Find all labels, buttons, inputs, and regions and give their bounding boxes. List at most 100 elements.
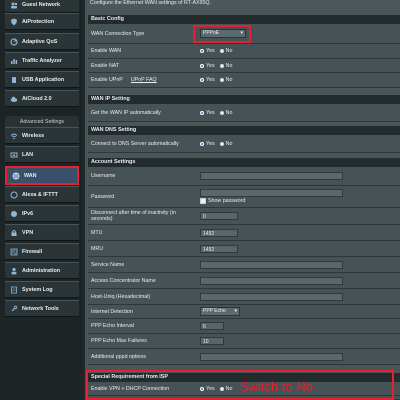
section-wan-dns-setting: WAN DNS Setting [88, 126, 400, 135]
sidebar-item-label: LAN [22, 151, 34, 158]
radio-no-label: No [225, 62, 233, 69]
sidebar-item-label: Alexa & IFTTT [22, 191, 58, 198]
firewall-icon [10, 248, 18, 256]
host-uniq-input[interactable] [200, 292, 343, 301]
echo-interval-input[interactable]: 6 [200, 322, 224, 330]
sidebar-item-ipv6[interactable]: IPv6 [5, 205, 79, 222]
row-enable-nat: Enable NAT Yes No [88, 59, 400, 73]
enable-nat-yes-radio[interactable] [200, 63, 204, 68]
additional-pppd-input[interactable] [200, 352, 343, 361]
sidebar-item-wan[interactable]: WAN [5, 166, 79, 185]
radio-no-label: No [225, 140, 233, 147]
echo-failures-label: PPP Echo Max Failures [91, 338, 147, 344]
sidebar-item-label: IPv6 [22, 210, 34, 217]
internet-detection-label: Internet Detection [91, 308, 133, 315]
admin-icon [10, 267, 18, 275]
qos-icon [10, 37, 18, 46]
row-echo-interval: PPP Echo Interval 6 [88, 319, 400, 334]
sidebar-item-label: Adaptive QoS [22, 38, 58, 45]
upnp-faq-link[interactable]: UPnP FAQ [131, 77, 157, 83]
sidebar-item-aicloud[interactable]: AiCloud 2.0 [5, 90, 79, 107]
sidebar-item-administration[interactable]: Administration [5, 262, 79, 279]
sidebar-item-aiprotection[interactable]: AiProtection [5, 13, 79, 30]
page-description: Configure the Ethernet WAN settings of R… [88, 0, 400, 10]
enable-upnp-no-radio[interactable] [219, 78, 224, 82]
sidebar-item-wireless[interactable]: Wireless [5, 127, 79, 144]
ipv6-icon [10, 210, 18, 218]
disconnect-input[interactable]: 0 [200, 212, 238, 220]
service-name-input[interactable] [200, 260, 343, 269]
sidebar-item-usb-application[interactable]: USB Application [5, 71, 79, 88]
dns-auto-no-radio[interactable] [219, 141, 224, 146]
row-get-wan-ip-auto: Get the WAN IP automatically Yes No [88, 104, 400, 122]
echo-failures-input[interactable]: 10 [200, 337, 224, 345]
radio-no-label: No [225, 109, 233, 116]
sidebar-item-label: Traffic Analyzer [22, 57, 62, 64]
mru-input[interactable]: 1492 [200, 244, 238, 253]
wan-ip-auto-no-radio[interactable] [219, 110, 224, 115]
enable-upnp-yes-radio[interactable] [200, 78, 204, 82]
guest-icon [10, 1, 18, 9]
mru-label: MRU [91, 245, 104, 252]
enable-nat-no-radio[interactable] [219, 63, 224, 68]
wan-ip-auto-yes-radio[interactable] [200, 110, 204, 115]
wan-connection-type-label: WAN Connection Type [91, 30, 145, 37]
row-mru: MRU 1492 [88, 241, 400, 257]
sidebar-item-traffic-analyzer[interactable]: Traffic Analyzer [5, 52, 79, 69]
sidebar-item-alexa-ifttt[interactable]: Alexa & IFTTT [5, 186, 79, 203]
sidebar-item-adaptive-qos[interactable]: Adaptive QoS [5, 33, 79, 50]
password-label: Password [91, 193, 115, 200]
host-uniq-label: Host-Uniq (Hexadecimal) [91, 293, 151, 300]
sidebar-item-guest-network[interactable]: Guest Network [5, 0, 79, 13]
sidebar-item-label: System Log [22, 286, 53, 293]
sidebar-item-label: Guest Network [22, 1, 61, 8]
sidebar-item-label: Administration [22, 267, 61, 274]
sidebar-item-label: USB Application [22, 76, 65, 83]
chart-icon [10, 57, 18, 65]
enable-upnp-label: Enable UPnP [91, 77, 123, 83]
enable-wan-no-radio[interactable] [219, 49, 224, 53]
dns-auto-yes-radio[interactable] [200, 141, 204, 146]
row-internet-detection: Internet Detection PPP Echo ▾ [88, 305, 400, 319]
additional-pppd-label: Additional pppd options [91, 353, 147, 360]
concentrator-input[interactable] [200, 276, 343, 285]
alexa-icon [10, 191, 18, 199]
row-mtu: MTU 1492 [88, 225, 400, 241]
mtu-label: MTU [91, 229, 103, 236]
sidebar: Guest Network AiProtection Adaptive QoS … [0, 0, 82, 400]
advanced-settings-header: Advanced Settings [5, 116, 79, 127]
username-label: Username [91, 173, 116, 179]
section-account-settings: Account Settings [88, 158, 400, 167]
sidebar-item-vpn[interactable]: VPN [5, 224, 79, 241]
sidebar-item-label: Firewall [22, 248, 43, 255]
mtu-input[interactable]: 1492 [200, 228, 238, 237]
echo-interval-label: PPP Echo Interval [91, 323, 134, 329]
cloud-icon [10, 95, 18, 103]
radio-yes-label: Yes [206, 140, 215, 147]
tools-icon [10, 305, 18, 313]
row-disconnect-inactivity: Disconnect after time of inactivity (in … [88, 208, 400, 225]
row-dns-auto: Connect to DNS Server automatically Yes … [88, 135, 400, 153]
enable-wan-yes-radio[interactable] [200, 49, 204, 53]
vpn-icon [10, 229, 18, 237]
show-password-label: Show password [208, 198, 246, 204]
row-service-name: Service Name [88, 257, 400, 273]
log-icon [10, 286, 18, 294]
sidebar-item-system-log[interactable]: System Log [5, 281, 79, 298]
internet-detection-select[interactable]: PPP Echo ▾ [200, 307, 240, 316]
username-input[interactable] [200, 172, 343, 180]
sidebar-item-firewall[interactable]: Firewall [5, 243, 79, 260]
sidebar-item-lan[interactable]: LAN [5, 146, 79, 163]
usb-icon [10, 76, 18, 84]
sidebar-item-network-tools[interactable]: Network Tools [5, 300, 79, 317]
sidebar-item-label: VPN [22, 229, 34, 236]
password-input[interactable] [200, 189, 343, 197]
enable-wan-label: Enable WAN [91, 48, 122, 54]
row-username: Username [88, 167, 400, 186]
radio-no-label: No [225, 48, 233, 54]
radio-yes-label: Yes [206, 48, 215, 54]
shield-icon [10, 18, 18, 26]
radio-yes-label: Yes [206, 62, 215, 69]
show-password-checkbox[interactable] [200, 198, 206, 204]
radio-yes-label: Yes [206, 77, 215, 83]
